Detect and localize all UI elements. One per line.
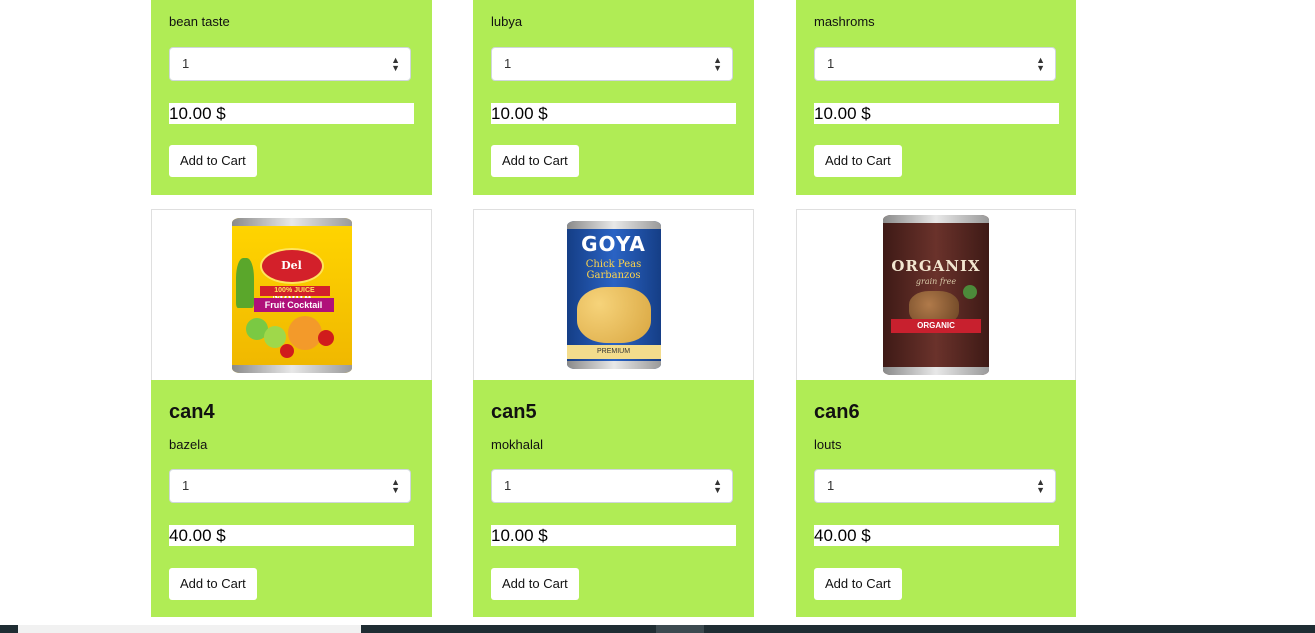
can-image-goya: GOYA Chick Peas Garbanzos PREMIUM bbox=[566, 221, 661, 369]
product-card: mashroms 1 ▲ ▼ 10.00 $ Add to Cart bbox=[796, 0, 1076, 195]
product-card: bean taste 1 ▲ ▼ 10.00 $ Add to Cart bbox=[151, 0, 432, 195]
product-card: lubya 1 ▲ ▼ 10.00 $ Add to Cart bbox=[473, 0, 754, 195]
chevron-updown-icon: ▲ ▼ bbox=[713, 55, 722, 73]
price-field: 40.00 $ bbox=[814, 525, 1059, 546]
quantity-value: 1 bbox=[182, 56, 190, 71]
quantity-select[interactable]: 1 ▲ ▼ bbox=[169, 47, 411, 81]
quantity-value: 1 bbox=[827, 56, 835, 71]
taskbar bbox=[0, 625, 1315, 633]
price-field: 10.00 $ bbox=[491, 525, 736, 546]
product-description: bean taste bbox=[169, 14, 230, 29]
quantity-select[interactable]: 1 ▲ ▼ bbox=[491, 47, 733, 81]
price-field: 10.00 $ bbox=[169, 103, 414, 124]
price-field: 10.00 $ bbox=[491, 103, 736, 124]
chevron-updown-icon: ▲ ▼ bbox=[713, 477, 722, 495]
quantity-value: 1 bbox=[504, 56, 512, 71]
product-image: Del Monte 100% JUICE Fruit Cocktail bbox=[151, 209, 432, 380]
card-body: mashroms 1 ▲ ▼ 10.00 $ Add to Cart bbox=[796, 0, 1076, 195]
quantity-select[interactable]: 1 ▲ ▼ bbox=[814, 469, 1056, 503]
product-description: mokhalal bbox=[491, 437, 544, 452]
product-card: GOYA Chick Peas Garbanzos PREMIUM can5 m… bbox=[473, 209, 754, 617]
product-card: ORGANIX grain free ORGANIC can6 louts 1 … bbox=[796, 209, 1076, 617]
product-image: GOYA Chick Peas Garbanzos PREMIUM bbox=[473, 209, 754, 380]
organix-logo: ORGANIX bbox=[891, 257, 981, 275]
taskbar-app-icon[interactable] bbox=[656, 625, 704, 633]
card-body: can5 mokhalal 1 ▲ ▼ 10.00 $ Add to Cart bbox=[473, 380, 754, 617]
product-description: louts bbox=[814, 437, 842, 452]
product-description: lubya bbox=[491, 14, 523, 29]
product-image: ORGANIX grain free ORGANIC bbox=[796, 209, 1076, 380]
quantity-select[interactable]: 1 ▲ ▼ bbox=[491, 469, 733, 503]
product-description: mashroms bbox=[814, 14, 875, 29]
add-to-cart-button[interactable]: Add to Cart bbox=[169, 568, 257, 600]
quantity-value: 1 bbox=[827, 478, 835, 493]
chevron-updown-icon: ▲ ▼ bbox=[1036, 55, 1045, 73]
can-image-organix: ORGANIX grain free ORGANIC bbox=[883, 215, 989, 375]
taskbar-search-box[interactable] bbox=[18, 625, 361, 633]
quantity-select[interactable]: 1 ▲ ▼ bbox=[814, 47, 1056, 81]
add-to-cart-button[interactable]: Add to Cart bbox=[169, 145, 257, 177]
quantity-select[interactable]: 1 ▲ ▼ bbox=[169, 469, 411, 503]
product-title: can6 bbox=[814, 401, 860, 423]
goya-logo: GOYA bbox=[581, 232, 646, 256]
product-title: can4 bbox=[169, 401, 215, 423]
price-field: 10.00 $ bbox=[814, 103, 1059, 124]
add-to-cart-button[interactable]: Add to Cart bbox=[491, 568, 579, 600]
product-card: Del Monte 100% JUICE Fruit Cocktail can4… bbox=[151, 209, 432, 617]
card-body: bean taste 1 ▲ ▼ 10.00 $ Add to Cart bbox=[151, 0, 432, 195]
product-title: can5 bbox=[491, 401, 537, 423]
product-description: bazela bbox=[169, 437, 208, 452]
add-to-cart-button[interactable]: Add to Cart bbox=[491, 145, 579, 177]
chevron-updown-icon: ▲ ▼ bbox=[391, 477, 400, 495]
card-body: lubya 1 ▲ ▼ 10.00 $ Add to Cart bbox=[473, 0, 754, 195]
add-to-cart-button[interactable]: Add to Cart bbox=[814, 145, 902, 177]
chevron-updown-icon: ▲ ▼ bbox=[391, 55, 400, 73]
can-image-del-monte: Del Monte 100% JUICE Fruit Cocktail bbox=[231, 217, 352, 373]
quantity-value: 1 bbox=[504, 478, 512, 493]
product-grid-page: bean taste 1 ▲ ▼ 10.00 $ Add to Cart luby… bbox=[0, 0, 1315, 633]
price-field: 40.00 $ bbox=[169, 525, 414, 546]
card-body: can4 bazela 1 ▲ ▼ 40.00 $ Add to Cart bbox=[151, 380, 432, 617]
add-to-cart-button[interactable]: Add to Cart bbox=[814, 568, 902, 600]
del-monte-logo: Del Monte bbox=[259, 247, 324, 304]
card-body: can6 louts 1 ▲ ▼ 40.00 $ Add to Cart bbox=[796, 380, 1076, 617]
chevron-updown-icon: ▲ ▼ bbox=[1036, 477, 1045, 495]
quantity-value: 1 bbox=[182, 478, 190, 493]
